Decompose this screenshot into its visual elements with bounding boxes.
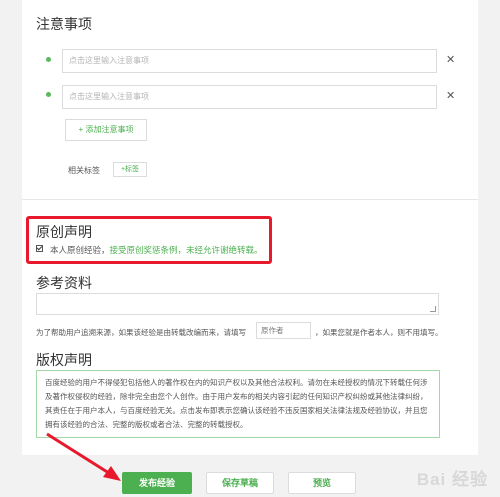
- arrow-line: [46, 432, 113, 477]
- arrow-head: [103, 466, 121, 481]
- annotation-arrow: [46, 432, 121, 481]
- watermark-logo: Bai 经验: [416, 470, 488, 489]
